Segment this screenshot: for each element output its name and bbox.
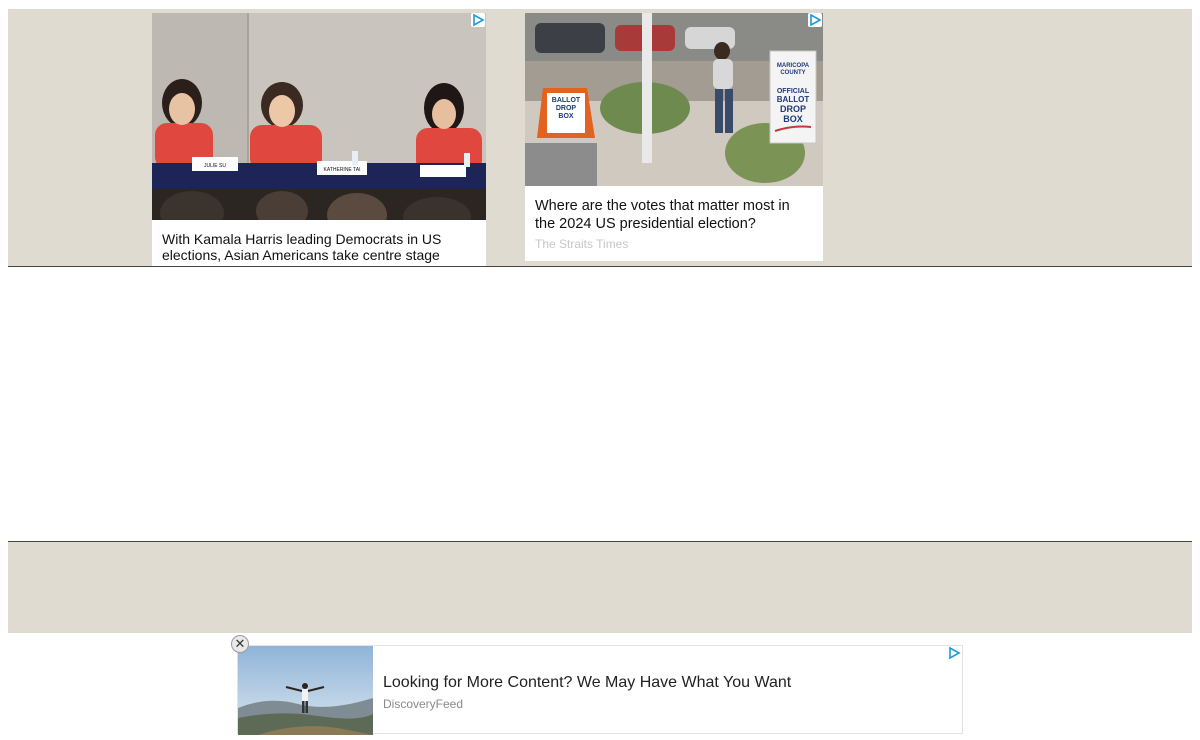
article-title[interactable]: With Kamala Harris leading Democrats in …	[162, 231, 476, 263]
close-ad-button[interactable]: ✕	[231, 635, 249, 653]
box-drop: DROP	[780, 104, 806, 114]
sponsored-article-card-1[interactable]: JULIE SU KATHERINE TAI With Kamala Harri…	[152, 13, 486, 266]
ad-source: DiscoveryFeed	[383, 697, 464, 711]
middle-ad-band	[8, 541, 1192, 633]
ballot-drop-box-photo[interactable]: BALLOT DROP BOX MARICOPA COUNTY OFFICIAL…	[525, 13, 823, 186]
sponsored-article-card-2[interactable]: BALLOT DROP BOX MARICOPA COUNTY OFFICIAL…	[525, 13, 823, 261]
nameplate-2: KATHERINE TAI	[324, 167, 361, 173]
nameplate-1: JULIE SU	[204, 163, 226, 169]
box-ballot: BALLOT	[777, 95, 810, 104]
box-official: OFFICIAL	[777, 88, 810, 95]
box-box: BOX	[783, 114, 803, 124]
person-on-mountain-photo[interactable]	[238, 646, 373, 735]
sign-ballot: BALLOT	[552, 97, 581, 104]
article-title[interactable]: Where are the votes that matter most in …	[535, 197, 813, 233]
box-county: COUNTY	[780, 70, 805, 76]
panel-discussion-photo[interactable]: JULIE SU KATHERINE TAI	[152, 13, 486, 220]
adchoices-icon[interactable]	[947, 646, 961, 660]
sticky-bottom-ad[interactable]: Looking for More Content? We May Have Wh…	[237, 645, 963, 735]
adchoices-icon[interactable]	[808, 13, 822, 27]
article-source: The Straits Times	[535, 237, 629, 251]
adchoices-icon[interactable]	[471, 13, 485, 27]
sign-box: BOX	[558, 113, 574, 120]
sign-drop: DROP	[556, 105, 577, 112]
ad-title[interactable]: Looking for More Content? We May Have Wh…	[383, 674, 791, 692]
box-maricopa: MARICOPA	[777, 63, 810, 69]
